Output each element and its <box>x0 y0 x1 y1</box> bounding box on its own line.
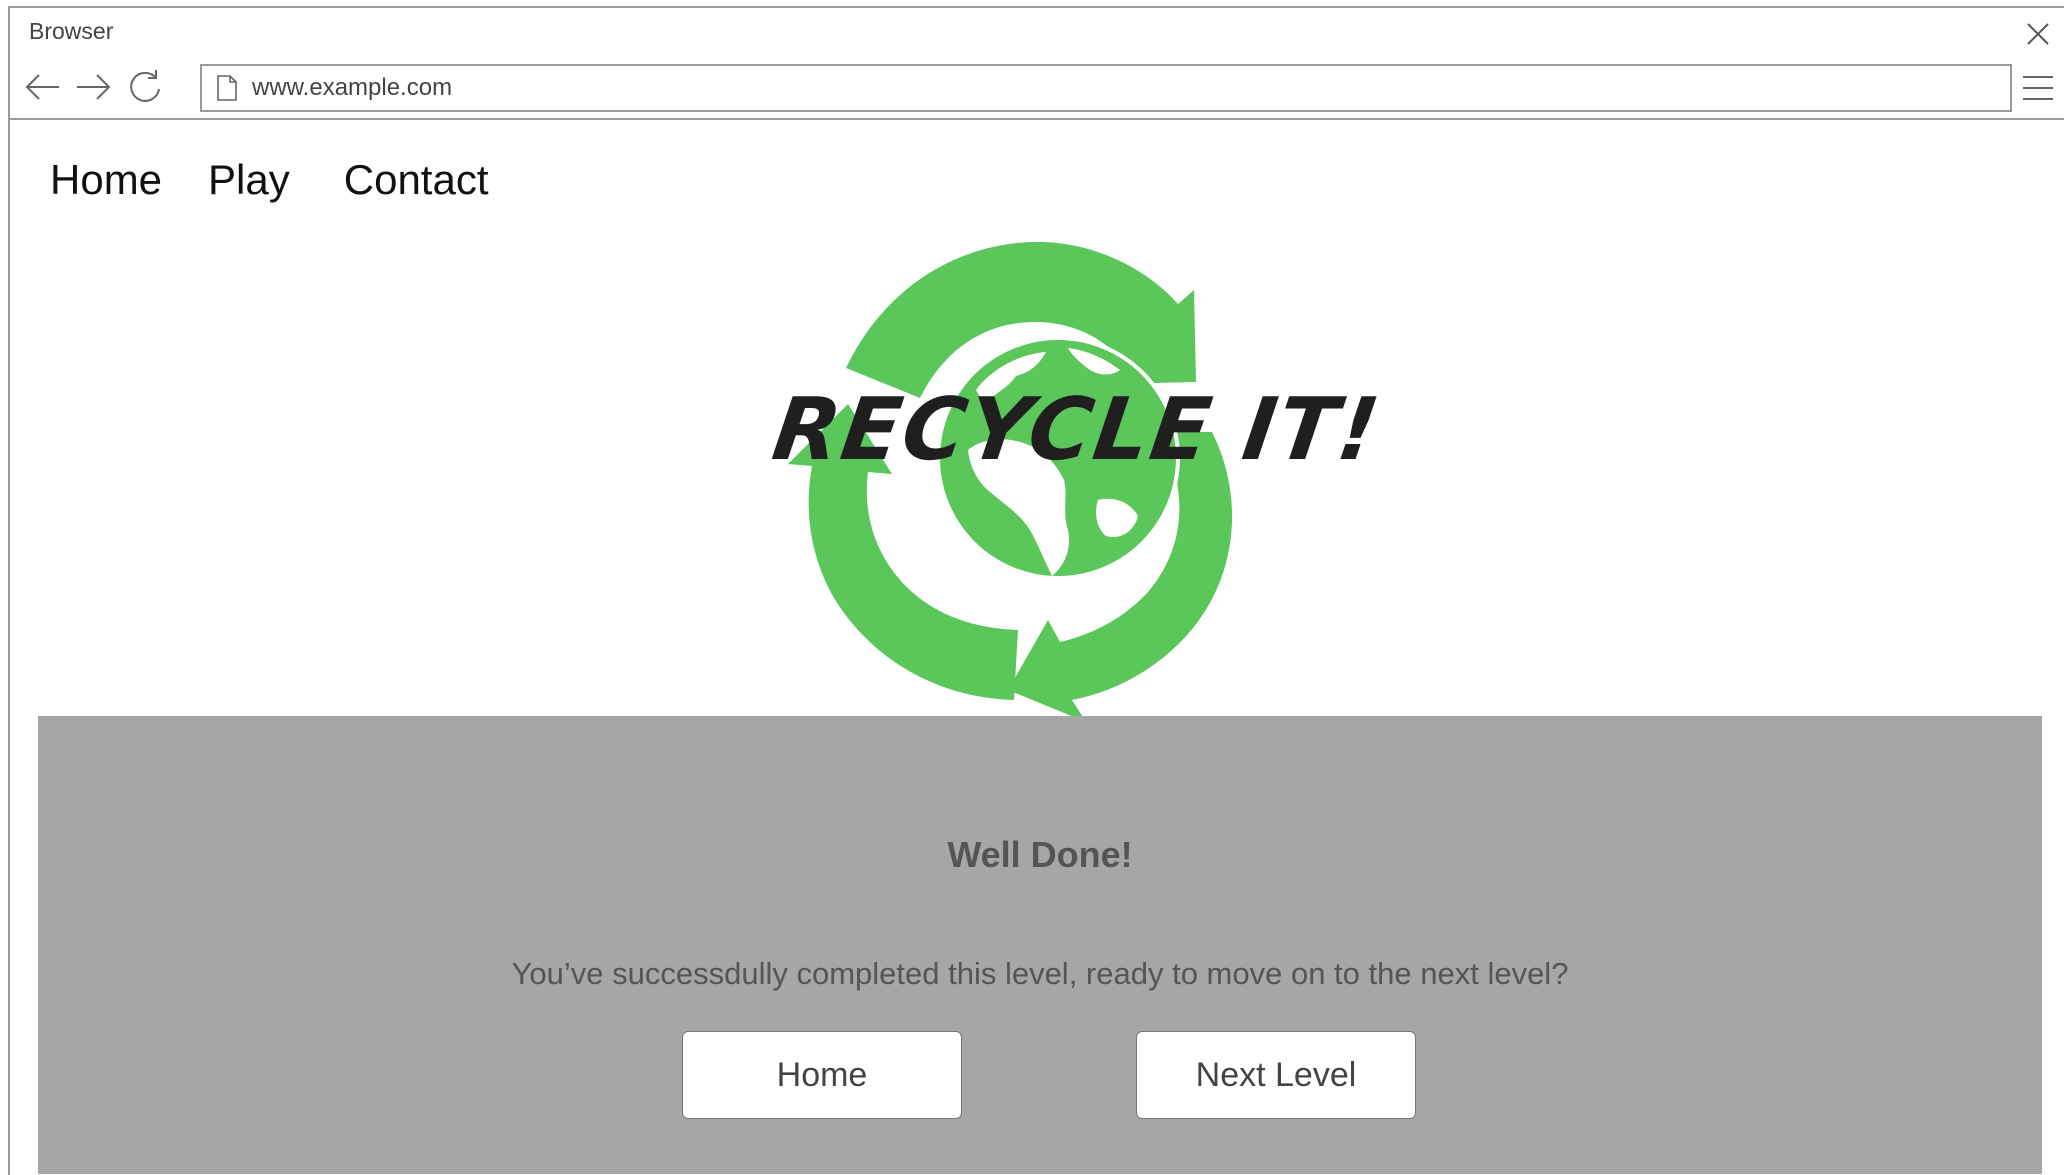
logo-text: RECYCLE IT! <box>766 380 1387 480</box>
nav-link-home[interactable]: Home <box>50 156 162 204</box>
arrow-left-icon <box>25 74 59 100</box>
site-navigation: Home Play Contact <box>50 156 489 204</box>
nav-link-contact[interactable]: Contact <box>344 156 489 204</box>
browser-window: Browser www.example.com Home Play Contac… <box>8 6 2064 1175</box>
panel-title: Well Done! <box>947 834 1133 875</box>
window-title: Browser <box>29 18 114 44</box>
nav-link-play[interactable]: Play <box>208 156 290 204</box>
next-level-button[interactable]: Next Level <box>1136 1031 1416 1119</box>
recycle-it-logo: RECYCLE IT! <box>766 200 1387 722</box>
hamburger-menu-icon <box>2023 76 2053 100</box>
panel-message: You’ve successdully completed this level… <box>511 956 1569 991</box>
browser-toolbar: www.example.com <box>10 54 2064 120</box>
level-complete-panel: Well Done! You’ve successdully completed… <box>38 716 2042 1174</box>
address-bar[interactable]: www.example.com <box>200 64 2012 112</box>
forward-button[interactable] <box>72 66 114 108</box>
page-content: Home Play Contact RECYCLE IT! Well Done!… <box>10 120 2064 1175</box>
menu-button[interactable] <box>2016 66 2060 110</box>
arrow-right-icon <box>77 74 111 100</box>
close-button[interactable] <box>2020 16 2056 52</box>
home-button[interactable]: Home <box>682 1031 962 1119</box>
reload-button[interactable] <box>124 66 166 108</box>
title-bar: Browser <box>10 8 2064 54</box>
url-text: www.example.com <box>252 74 453 101</box>
page-icon <box>216 73 240 103</box>
close-icon <box>2027 23 2049 45</box>
back-button[interactable] <box>22 66 64 108</box>
reload-icon <box>130 70 160 102</box>
